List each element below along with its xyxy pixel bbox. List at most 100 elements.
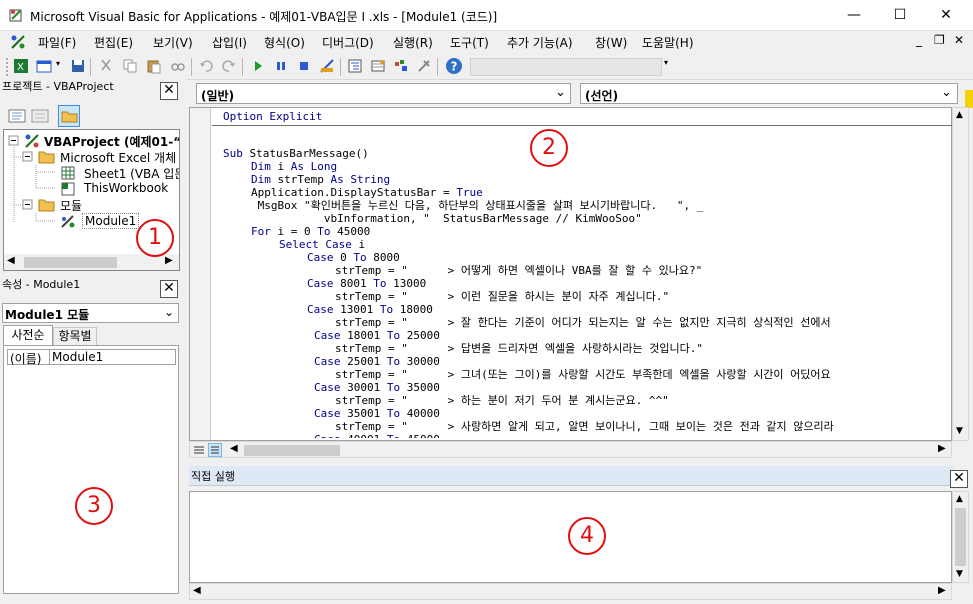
insert-userform-icon[interactable] xyxy=(36,58,52,74)
reset-icon[interactable] xyxy=(296,58,312,74)
tree-item-excel-objects[interactable]: Microsoft Excel 개체 xyxy=(60,149,176,166)
chevron-down-icon[interactable]: ⌄ xyxy=(164,305,174,319)
minimize-button[interactable]: — xyxy=(831,0,877,31)
run-icon[interactable] xyxy=(250,58,266,74)
title-bar: Microsoft Visual Basic for Applications … xyxy=(0,0,973,31)
tab-categorized[interactable]: 항목별 xyxy=(53,327,97,346)
menu-file[interactable]: 파일(F) xyxy=(38,34,76,51)
procedure-combo[interactable]: (선언) ⌄ xyxy=(580,83,958,104)
help-icon[interactable]: ? xyxy=(445,57,463,75)
menu-run[interactable]: 실행(R) xyxy=(393,34,433,51)
menu-debug[interactable]: 디버그(D) xyxy=(322,34,374,51)
code-token: 45000 xyxy=(337,225,371,238)
scroll-up-icon[interactable]: ▲ xyxy=(956,110,963,120)
toggle-folders-button[interactable] xyxy=(58,105,80,127)
menu-insert[interactable]: 삽입(I) xyxy=(212,34,247,51)
scroll-right-icon[interactable]: ▶ xyxy=(938,443,946,454)
menu-format[interactable]: 형식(O) xyxy=(264,34,305,51)
menu-help[interactable]: 도움말(H) xyxy=(642,34,694,51)
chevron-down-icon[interactable]: ▾ xyxy=(56,59,60,68)
copy-icon[interactable] xyxy=(122,58,138,74)
toolbar-grip[interactable] xyxy=(6,58,8,76)
project-pane-title: 프로젝트 - VBAProject xyxy=(2,80,114,93)
code-line: strTemp = " > 답변을 드리자면 엑셀을 사랑하시라는 것입니다." xyxy=(335,342,703,355)
view-object-icon[interactable] xyxy=(31,108,49,124)
scroll-thumb[interactable] xyxy=(24,257,117,268)
mdi-close-button[interactable]: ✕ xyxy=(954,33,964,47)
undo-icon[interactable] xyxy=(198,58,214,74)
property-row-name[interactable]: (이름) Module1 xyxy=(7,349,176,366)
tree-item-module1[interactable]: Module1 xyxy=(82,213,140,229)
tree-item-thisworkbook[interactable]: ThisWorkbook xyxy=(84,181,168,195)
scroll-down-icon[interactable]: ▼ xyxy=(956,569,963,579)
chevron-down-icon[interactable]: ⌄ xyxy=(941,85,952,100)
view-excel-icon[interactable]: X xyxy=(13,58,29,74)
scroll-down-icon[interactable]: ▼ xyxy=(956,426,963,436)
mdi-minimize-button[interactable]: _ xyxy=(916,33,922,47)
cut-icon[interactable] xyxy=(98,58,114,74)
save-icon[interactable] xyxy=(70,58,86,74)
menu-bar: 파일(F) 편집(E) 보기(V) 삽입(I) 형식(O) 디버그(D) 실행(… xyxy=(0,31,973,53)
project-pane-close-button[interactable]: ✕ xyxy=(160,82,178,100)
margin-indicator-bar[interactable] xyxy=(190,108,211,440)
close-button[interactable]: ✕ xyxy=(923,0,969,31)
immediate-pane-close-button[interactable]: ✕ xyxy=(950,470,968,488)
excel-vba-icon[interactable] xyxy=(10,34,26,50)
mdi-restore-button[interactable]: ❐ xyxy=(934,33,945,47)
find-icon[interactable] xyxy=(170,58,186,74)
scroll-left-icon[interactable]: ◀ xyxy=(230,443,238,454)
menu-window[interactable]: 창(W) xyxy=(595,34,627,51)
menu-tools[interactable]: 도구(T) xyxy=(450,34,489,51)
window-title: Microsoft Visual Basic for Applications … xyxy=(30,10,498,24)
properties-pane-close-button[interactable]: ✕ xyxy=(160,280,178,298)
code-keyword: To xyxy=(317,225,338,238)
modules-folder-icon xyxy=(38,199,55,212)
menu-edit[interactable]: 편집(E) xyxy=(94,34,133,51)
maximize-button[interactable]: ☐ xyxy=(877,0,923,31)
object-selector-dropdown[interactable]: Module1 모듈 ⌄ xyxy=(2,303,179,323)
design-mode-icon[interactable] xyxy=(319,58,335,74)
tab-alphabetic[interactable]: 사전순 xyxy=(3,325,53,346)
scroll-thumb[interactable] xyxy=(955,508,966,566)
annotation-1: 1 xyxy=(136,219,174,257)
code-hscrollbar[interactable]: ◀ ▶ xyxy=(189,441,952,458)
scroll-right-icon[interactable]: ▶ xyxy=(165,255,173,266)
scroll-left-icon[interactable]: ◀ xyxy=(7,255,15,266)
break-icon[interactable] xyxy=(273,58,289,74)
immediate-hscrollbar[interactable]: ◀ ▶ xyxy=(189,583,952,600)
properties-window-icon[interactable] xyxy=(370,58,386,74)
menu-view[interactable]: 보기(V) xyxy=(153,34,193,51)
object-combo[interactable]: (일반) ⌄ xyxy=(196,83,571,104)
object-browser-icon[interactable] xyxy=(393,58,409,74)
code-keyword: As String xyxy=(330,173,391,186)
code-token: 35000 xyxy=(406,381,440,394)
scroll-right-icon[interactable]: ▶ xyxy=(938,585,946,596)
toolbar-overflow-icon[interactable]: ▾ xyxy=(664,58,668,67)
project-explorer-icon[interactable] xyxy=(347,58,363,74)
immediate-vscrollbar[interactable]: ▲ ▼ xyxy=(952,491,969,583)
toolbox-icon[interactable] xyxy=(416,58,432,74)
procedure-view-icon[interactable] xyxy=(193,444,205,456)
redo-icon[interactable] xyxy=(221,58,237,74)
property-name-value[interactable]: Module1 xyxy=(52,350,103,364)
tree-item-vbaproject[interactable]: VBAProject (예제01-“ xyxy=(44,133,179,150)
code-token: strTemp xyxy=(277,173,331,186)
code-token: 18001 xyxy=(347,329,387,342)
paste-icon[interactable] xyxy=(146,58,162,74)
view-code-icon[interactable] xyxy=(8,108,26,124)
full-module-view-icon[interactable] xyxy=(208,443,222,457)
chevron-down-icon[interactable]: ⌄ xyxy=(555,85,566,100)
scroll-left-icon[interactable]: ◀ xyxy=(193,585,201,596)
tree-item-modules[interactable]: 모듈 xyxy=(60,197,82,214)
scroll-up-icon[interactable]: ▲ xyxy=(956,494,963,504)
code-vscrollbar[interactable]: ▲ ▼ xyxy=(952,107,969,441)
scroll-thumb[interactable] xyxy=(244,445,340,456)
code-keyword: To xyxy=(353,251,374,264)
code-keyword: To xyxy=(386,329,407,342)
tree-item-sheet1[interactable]: Sheet1 (VBA 입문 xyxy=(84,165,179,182)
code-token: 30000 xyxy=(406,355,440,368)
menu-addins[interactable]: 추가 기능(A) xyxy=(507,34,573,51)
code-token: 30001 xyxy=(347,381,387,394)
code-line: vbInformation, " StatusBarMessage // Kim… xyxy=(251,212,642,225)
module-icon xyxy=(61,215,75,228)
